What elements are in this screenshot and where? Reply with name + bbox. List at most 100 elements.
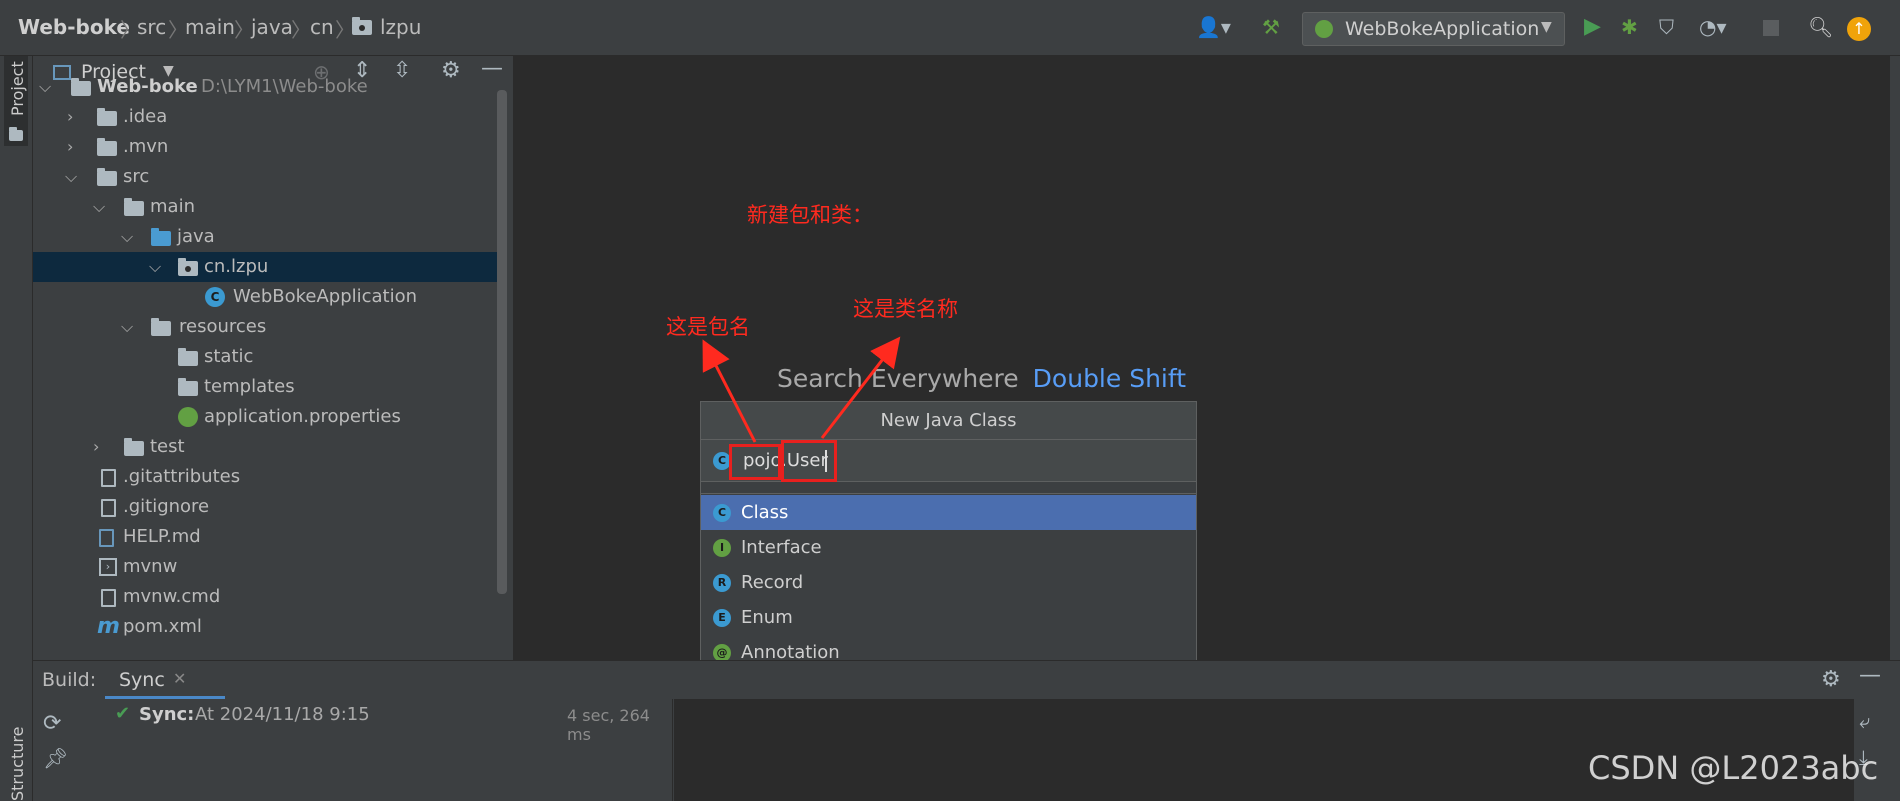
project-folder-icon bbox=[9, 127, 23, 141]
profiler-icon[interactable]: ◔▾ bbox=[1699, 16, 1727, 38]
minimize-icon[interactable]: — bbox=[1859, 663, 1881, 688]
folder-icon bbox=[124, 198, 144, 216]
resources-folder-icon bbox=[151, 318, 171, 336]
refresh-icon[interactable]: ⟳ bbox=[43, 711, 61, 736]
tree-item-help-md[interactable]: HELP.md bbox=[33, 522, 501, 552]
tree-item-label: test bbox=[150, 436, 185, 457]
chevron-down-icon[interactable]: ⌵ bbox=[65, 162, 77, 192]
option-class[interactable]: C Class bbox=[701, 495, 1196, 530]
close-icon[interactable]: ✕ bbox=[173, 669, 186, 688]
tree-item-idea[interactable]: › .idea bbox=[33, 102, 501, 132]
tree-item-java[interactable]: ⌵ java bbox=[33, 222, 501, 252]
tree-item-mvnw-cmd[interactable]: mvnw.cmd bbox=[33, 582, 501, 612]
tree-item-web-boke[interactable]: ⌵ Web-boke D:\LYM1\Web-boke bbox=[33, 72, 501, 102]
breadcrumb-lzpu[interactable]: lzpu bbox=[380, 15, 421, 39]
spring-properties-icon bbox=[178, 407, 198, 427]
annotation-package-name: 这是包名 bbox=[666, 315, 750, 339]
run-configuration-selector[interactable]: WebBokeApplication ▼ bbox=[1302, 12, 1565, 46]
tree-item-gitignore[interactable]: .gitignore bbox=[33, 492, 501, 522]
breadcrumb-project[interactable]: Web-boke bbox=[18, 15, 130, 39]
tree-item-static[interactable]: static bbox=[33, 342, 501, 372]
spring-boot-icon bbox=[1315, 20, 1333, 38]
chevron-down-icon[interactable]: ⌵ bbox=[121, 312, 133, 342]
tree-item-resources[interactable]: ⌵ resources bbox=[33, 312, 501, 342]
tree-item-gitattributes[interactable]: .gitattributes bbox=[33, 462, 501, 492]
package-folder-icon bbox=[178, 258, 198, 276]
chevron-down-icon[interactable]: ⌵ bbox=[93, 192, 105, 222]
sync-status-row[interactable]: ✔ Sync: At 2024/11/18 9:15 4 sec, 264 ms bbox=[73, 699, 672, 744]
chevron-down-icon[interactable]: ⌵ bbox=[121, 222, 133, 252]
tree-item-label: .gitattributes bbox=[123, 466, 241, 487]
folder-icon bbox=[124, 438, 144, 456]
option-record[interactable]: R Record bbox=[701, 565, 1196, 600]
chevron-right-icon[interactable]: › bbox=[67, 132, 73, 162]
tree-item-label: WebBokeApplication bbox=[233, 286, 418, 307]
folder-icon bbox=[97, 108, 117, 126]
run-config-label: WebBokeApplication bbox=[1345, 18, 1540, 40]
tree-item-cn-lzpu[interactable]: ⌵ cn.lzpu bbox=[33, 252, 501, 282]
structure-tool-label[interactable]: Structure bbox=[8, 727, 27, 801]
pin-icon[interactable]: 📌︎ bbox=[43, 746, 68, 770]
enum-icon: E bbox=[713, 609, 731, 627]
folder-icon bbox=[97, 168, 117, 186]
package-folder-icon bbox=[352, 17, 372, 35]
stop-icon[interactable] bbox=[1763, 20, 1779, 36]
gear-icon[interactable]: ⚙ bbox=[1821, 667, 1841, 692]
terminal-icon: › bbox=[99, 558, 117, 576]
option-interface[interactable]: I Interface bbox=[701, 530, 1196, 565]
tree-item-webbokeapplication[interactable]: C WebBokeApplication bbox=[33, 282, 501, 312]
tree-item-application-properties[interactable]: application.properties bbox=[33, 402, 501, 432]
tree-item-mvn[interactable]: › .mvn bbox=[33, 132, 501, 162]
user-icon[interactable]: 👤▾ bbox=[1196, 16, 1231, 38]
navigation-bar: Web-boke 〉 src 〉 main 〉 java 〉 cn 〉 lzpu… bbox=[0, 0, 1900, 56]
search-icon[interactable]: 🔍︎ bbox=[1808, 16, 1833, 38]
run-icon[interactable]: ▶ bbox=[1584, 16, 1601, 38]
tree-item-path: D:\LYM1\Web-boke bbox=[201, 76, 368, 97]
chevron-down-icon[interactable]: ⌵ bbox=[39, 72, 51, 102]
annotation-class-name: 这是类名称 bbox=[853, 297, 958, 321]
tree-item-mvnw[interactable]: › mvnw bbox=[33, 552, 501, 582]
folder-icon bbox=[97, 138, 117, 156]
sync-status-title: Sync: bbox=[139, 704, 195, 725]
breadcrumb-main[interactable]: main bbox=[185, 15, 235, 39]
tree-item-templates[interactable]: templates bbox=[33, 372, 501, 402]
tree-item-label: .mvn bbox=[123, 136, 169, 157]
spring-class-icon: C bbox=[205, 287, 225, 307]
option-label: Enum bbox=[741, 607, 793, 628]
tree-item-src[interactable]: ⌵ src bbox=[33, 162, 501, 192]
project-scrollbar[interactable] bbox=[497, 90, 507, 594]
debug-icon[interactable]: ✱ bbox=[1621, 16, 1638, 38]
breadcrumb-src[interactable]: src bbox=[137, 15, 166, 39]
option-enum[interactable]: E Enum bbox=[701, 600, 1196, 635]
breadcrumb-java[interactable]: java bbox=[251, 15, 293, 39]
tree-item-label: .gitignore bbox=[123, 496, 210, 517]
search-everywhere-hint: Search Everywhere Double Shift bbox=[777, 364, 1186, 393]
tree-item-pom-xml[interactable]: m pom.xml bbox=[33, 612, 501, 642]
tree-item-label: mvnw bbox=[123, 556, 178, 577]
class-highlight-box bbox=[781, 440, 837, 482]
chevron-right-icon[interactable]: › bbox=[67, 102, 73, 132]
markdown-icon bbox=[99, 529, 114, 547]
tree-item-label: application.properties bbox=[204, 406, 401, 427]
tree-item-main[interactable]: ⌵ main bbox=[33, 192, 501, 222]
tab-sync[interactable]: Sync ✕ bbox=[105, 661, 225, 699]
tree-item-label: Web-boke bbox=[97, 76, 198, 97]
breadcrumb-cn[interactable]: cn bbox=[310, 15, 334, 39]
build-tree: ✔ Sync: At 2024/11/18 9:15 4 sec, 264 ms bbox=[73, 699, 673, 801]
chevron-right-icon[interactable]: › bbox=[93, 432, 99, 462]
soft-wrap-icon[interactable]: ⤶ bbox=[1859, 709, 1870, 733]
tree-item-label: java bbox=[177, 226, 215, 247]
update-icon[interactable]: ↑ bbox=[1847, 17, 1871, 41]
tree-item-label: src bbox=[123, 166, 150, 187]
tree-item-test[interactable]: › test bbox=[33, 432, 501, 462]
hammer-icon[interactable]: ⚒ bbox=[1262, 16, 1280, 38]
chevron-down-icon[interactable]: ⌵ bbox=[149, 252, 161, 282]
interface-icon: I bbox=[713, 539, 731, 557]
coverage-icon[interactable]: ⛉ bbox=[1659, 16, 1674, 38]
package-highlight-box bbox=[729, 444, 781, 480]
annotation-heading: 新建包和类： bbox=[747, 203, 873, 227]
source-folder-icon bbox=[151, 228, 171, 246]
folder-icon bbox=[178, 378, 198, 396]
tree-item-label: cn.lzpu bbox=[204, 256, 269, 277]
maven-icon: m bbox=[97, 614, 120, 639]
